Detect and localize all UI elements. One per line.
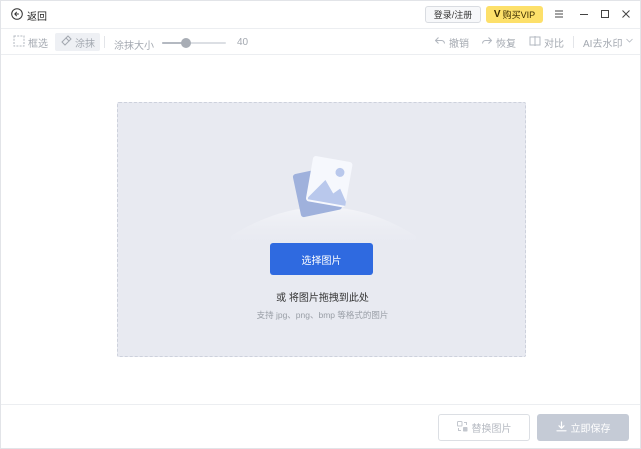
brush-size-slider[interactable] — [162, 38, 226, 48]
hamburger-icon — [554, 9, 564, 22]
brush-tool[interactable]: 涂抹 — [55, 33, 100, 51]
image-drop-zone[interactable]: 选择图片 或 将图片拖拽到此处 支持 jpg、png、bmp 等格式的图片 — [117, 102, 526, 357]
footer-bar: 替换图片 立即保存 — [1, 404, 640, 448]
toolbar-divider — [573, 36, 574, 48]
close-icon — [621, 9, 631, 22]
ai-mode-label: AI去水印 — [583, 38, 623, 50]
compare-icon — [529, 35, 544, 50]
buy-vip-button[interactable]: V 购买VIP — [486, 6, 543, 23]
back-button[interactable]: 返回 — [11, 7, 47, 23]
download-icon — [555, 420, 571, 435]
close-button[interactable] — [618, 7, 634, 23]
brush-size-label: 涂抹大小 — [114, 41, 154, 52]
compare-button[interactable]: 对比 — [529, 33, 564, 51]
minimize-button[interactable] — [576, 7, 592, 23]
back-label: 返回 — [27, 11, 47, 23]
slider-handle[interactable] — [181, 38, 192, 48]
login-register-button[interactable]: 登录/注册 — [425, 6, 481, 23]
brush-size-value: 40 — [237, 37, 249, 48]
save-now-button[interactable]: 立即保存 — [537, 414, 629, 441]
brush-label: 涂抹 — [75, 38, 95, 50]
app-window: 返回 登录/注册 V 购买VIP 框选 涂抹 涂抹大小 40 撤销 恢复 对比 … — [0, 0, 641, 449]
replace-image-button[interactable]: 替换图片 — [438, 414, 530, 441]
redo-label: 恢复 — [496, 38, 516, 50]
ai-mode-dropdown[interactable]: AI去水印 — [583, 33, 634, 51]
vip-logo-icon: V — [493, 9, 501, 20]
swap-icon — [456, 420, 472, 435]
editor-toolbar: 框选 涂抹 涂抹大小 40 撤销 恢复 对比 AI去水印 — [1, 29, 640, 55]
undo-label: 撤销 — [449, 38, 469, 50]
box-select-label: 框选 — [28, 38, 48, 50]
minimize-icon — [579, 9, 589, 22]
redo-button[interactable]: 恢复 — [481, 33, 516, 51]
undo-button[interactable]: 撤销 — [434, 33, 469, 51]
box-select-tool[interactable]: 框选 — [13, 33, 48, 51]
menu-button[interactable] — [551, 7, 567, 23]
image-placeholder-icon — [292, 156, 353, 218]
supported-formats-text: 支持 jpg、png、bmp 等格式的图片 — [256, 310, 389, 320]
brush-icon — [60, 34, 75, 50]
dashed-square-icon — [13, 35, 28, 50]
maximize-button[interactable] — [597, 7, 613, 23]
chevron-down-icon — [625, 36, 634, 48]
undo-icon — [434, 35, 449, 50]
replace-image-label: 替换图片 — [471, 424, 512, 435]
title-bar: 返回 登录/注册 V 购买VIP — [1, 1, 640, 29]
compare-label: 对比 — [544, 38, 564, 50]
arrow-left-icon — [11, 7, 23, 23]
choose-image-button[interactable]: 选择图片 — [270, 243, 373, 275]
save-now-label: 立即保存 — [570, 424, 611, 435]
redo-icon — [481, 35, 496, 50]
maximize-icon — [600, 9, 610, 22]
buy-vip-label: 购买VIP — [502, 10, 536, 20]
toolbar-divider — [104, 36, 105, 48]
drag-hint-text: 或 将图片拖拽到此处 — [276, 293, 369, 304]
